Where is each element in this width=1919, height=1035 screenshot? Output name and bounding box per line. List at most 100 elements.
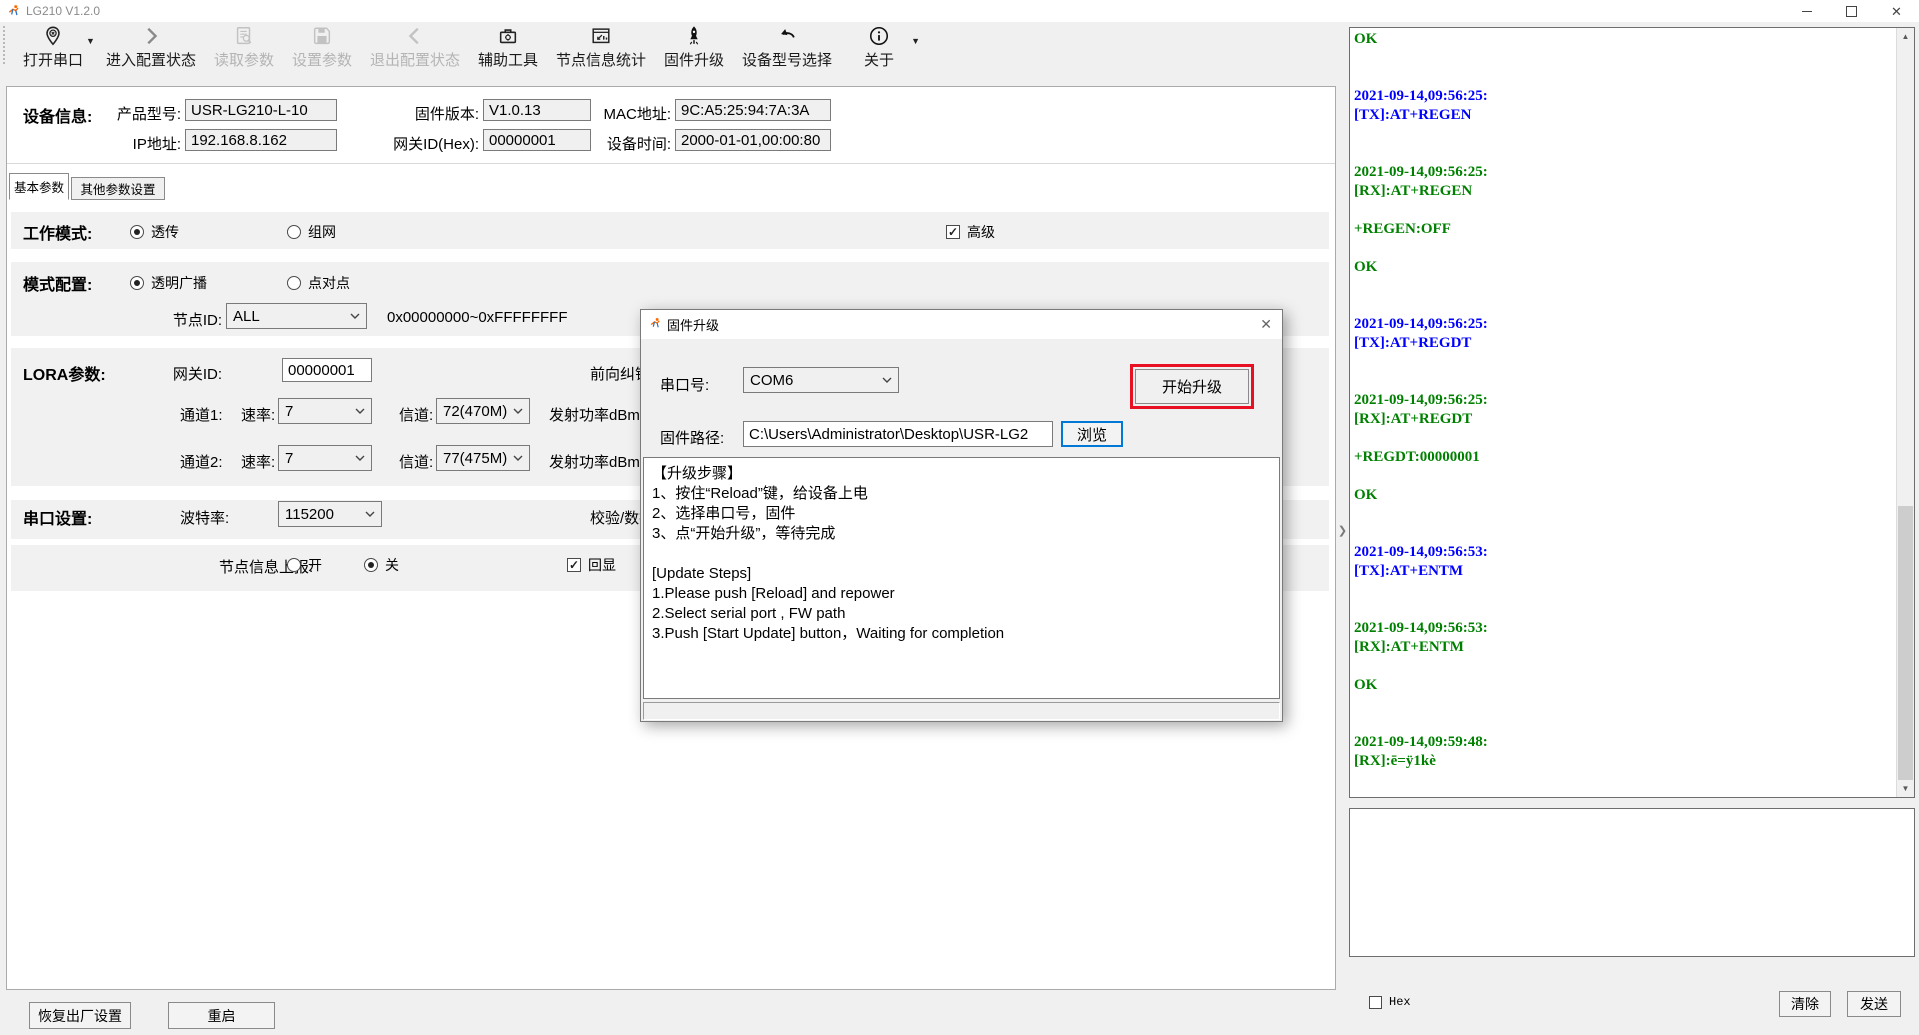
scroll-down-icon[interactable]: ▼ <box>1897 780 1914 797</box>
log-line: OK <box>1354 486 1894 505</box>
toolbar-button-read-params[interactable]: 读取参数 <box>214 24 274 70</box>
log-line <box>1354 524 1894 543</box>
radio-networking[interactable]: 组网 <box>287 222 336 242</box>
firmware-version-field[interactable]: V1.0.13 <box>483 99 591 121</box>
clear-button[interactable]: 清除 <box>1779 991 1831 1017</box>
toolbar-button-model-select[interactable]: 设备型号选择 <box>742 24 832 70</box>
dialog-close-icon[interactable]: ✕ <box>1260 316 1272 333</box>
baud-dropdown[interactable]: 115200 <box>278 501 382 527</box>
log-line <box>1354 296 1894 315</box>
toolbar-button-about[interactable]: 关于 <box>850 24 908 70</box>
toolbar-button-open-serial[interactable]: 打开串口 <box>23 24 83 70</box>
info-icon <box>868 24 890 48</box>
log-scrollbar[interactable]: ▲ ▼ <box>1896 28 1914 797</box>
toolbar-button-label: 关于 <box>864 49 894 70</box>
dialog-title: 固件升级 <box>667 315 719 334</box>
radio-report-off[interactable]: 关 <box>364 555 399 575</box>
close-icon: ✕ <box>1891 5 1902 18</box>
browse-button[interactable]: 浏览 <box>1061 421 1123 447</box>
radio-transparent[interactable]: 透传 <box>130 222 179 242</box>
log-line: 2021-09-14,09:56:25: <box>1354 87 1894 106</box>
device-time-field[interactable]: 2000-01-01,00:00:80 <box>675 129 831 151</box>
advanced-checkbox[interactable]: ✓ 高级 <box>946 222 995 242</box>
chevron-down-icon <box>365 511 375 517</box>
dialog-title-bar[interactable]: 固件升级 ✕ <box>641 310 1282 339</box>
close-button[interactable]: ✕ <box>1874 0 1919 22</box>
panel-splitter-handle[interactable]: ❯ <box>1337 518 1348 542</box>
toolbar-button-label: 设备型号选择 <box>742 49 832 70</box>
send-button[interactable]: 发送 <box>1847 991 1901 1017</box>
gateway-id-hex-field[interactable]: 00000001 <box>483 129 591 151</box>
log-line: 2021-09-14,09:56:25: <box>1354 163 1894 182</box>
maximize-button[interactable] <box>1829 0 1874 22</box>
scroll-up-icon[interactable]: ▲ <box>1897 28 1914 45</box>
lora-gateway-id-input[interactable]: 00000001 <box>282 358 372 382</box>
chevron-right-icon <box>140 24 162 48</box>
toolbar-button-exit-config[interactable]: 退出配置状态 <box>370 24 460 70</box>
about-dropdown-caret[interactable]: ▼ <box>911 36 920 46</box>
fw-path-label: 固件路径: <box>660 427 724 448</box>
start-update-button[interactable]: 开始升级 <box>1135 369 1249 404</box>
toolbar-button-enter-config[interactable]: 进入配置状态 <box>106 24 196 70</box>
radio-label: 开 <box>308 555 322 575</box>
field-label: 网关ID(Hex): <box>387 133 479 154</box>
minimize-icon <box>1802 11 1812 12</box>
com-port-dropdown[interactable]: COM6 <box>743 367 899 393</box>
radio-label: 透明广播 <box>151 273 207 293</box>
field-value: 00000001 <box>288 362 355 379</box>
toolbar-button-aux-tools[interactable]: 辅助工具 <box>478 24 538 70</box>
log-line <box>1354 49 1894 68</box>
product-model-field[interactable]: USR-LG210-L-10 <box>185 99 337 121</box>
com-port-label: 串口号: <box>660 374 709 395</box>
mac-address-field[interactable]: 9C:A5:25:94:7A:3A <box>675 99 831 121</box>
radio-icon <box>287 225 301 239</box>
node-stats-window-icon <box>590 24 612 48</box>
radio-icon <box>130 276 144 290</box>
button-label: 浏览 <box>1077 424 1107 445</box>
dropdown-value: 115200 <box>285 506 334 523</box>
radio-report-on[interactable]: 开 <box>287 555 322 575</box>
dropdown-value: COM6 <box>750 372 793 389</box>
restart-button[interactable]: 重启 <box>168 1002 275 1029</box>
factory-reset-button[interactable]: 恢复出厂设置 <box>29 1002 131 1029</box>
toolbar-button-label: 辅助工具 <box>478 49 538 70</box>
window-title: LG210 V1.2.0 <box>26 4 100 18</box>
log-line: OK <box>1354 676 1894 695</box>
checkbox-label: 高级 <box>967 222 995 242</box>
tab-basic-params[interactable]: 基本参数 <box>9 173 69 200</box>
field-value: 9C:A5:25:94:7A:3A <box>681 102 809 119</box>
radio-icon <box>287 276 301 290</box>
mode-config-section-label: 模式配置: <box>23 271 92 295</box>
hex-checkbox[interactable]: Hex <box>1369 995 1411 1009</box>
fw-path-input[interactable]: C:\Users\Administrator\Desktop\USR-LG2 <box>743 421 1053 447</box>
minimize-button[interactable] <box>1784 0 1829 22</box>
channel-label: 信道: <box>399 404 433 425</box>
log-line: +REGDT:00000001 <box>1354 448 1894 467</box>
channel1-rate-dropdown[interactable]: 7 <box>278 398 372 424</box>
ip-address-field[interactable]: 192.168.8.162 <box>185 129 337 151</box>
chevron-down-icon <box>513 408 523 414</box>
toolbar: 打开串口 ▼ 进入配置状态 读取参数 设置参数 退出配置状态 <box>0 22 1346 68</box>
toolbar-button-node-stats[interactable]: 节点信息统计 <box>556 24 646 70</box>
log-output[interactable]: OK 2021-09-14,09:56:25:[TX]:AT+REGEN 202… <box>1354 30 1894 795</box>
channel2-rate-dropdown[interactable]: 7 <box>278 445 372 471</box>
radio-transparent-broadcast[interactable]: 透明广播 <box>130 273 207 293</box>
node-id-dropdown[interactable]: ALL <box>226 303 367 329</box>
toolbar-button-fw-upgrade[interactable]: 固件升级 <box>664 24 724 70</box>
send-input-box[interactable] <box>1349 808 1915 957</box>
model-select-arrow-icon <box>776 24 798 48</box>
channel1-channel-dropdown[interactable]: 72(470M) <box>436 398 530 424</box>
tab-other-params[interactable]: 其他参数设置 <box>71 177 165 200</box>
toolbar-button-label: 设置参数 <box>292 49 352 70</box>
channel2-channel-dropdown[interactable]: 77(475M) <box>436 445 530 471</box>
toolbar-button-set-params[interactable]: 设置参数 <box>292 24 352 70</box>
open-serial-dropdown-caret[interactable]: ▼ <box>86 36 95 46</box>
scrollbar-thumb[interactable] <box>1898 506 1913 780</box>
radio-point-to-point[interactable]: 点对点 <box>287 273 350 293</box>
button-label: 开始升级 <box>1162 376 1222 397</box>
serial-port-pin-icon <box>42 24 64 48</box>
echo-checkbox[interactable]: ✓ 回显 <box>567 555 616 575</box>
node-id-range-hint: 0x00000000~0xFFFFFFFF <box>387 309 567 326</box>
log-line <box>1354 239 1894 258</box>
field-value: 192.168.8.162 <box>191 132 287 149</box>
